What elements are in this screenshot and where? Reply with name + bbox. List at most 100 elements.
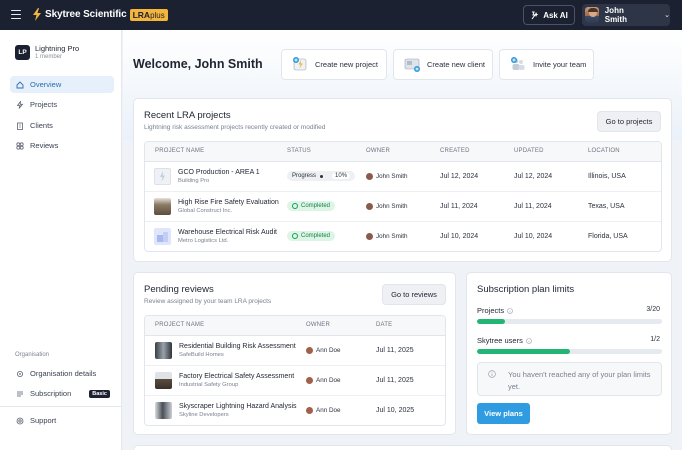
sidebar-item-overview[interactable]: Overview [10, 76, 114, 93]
subscription-title: Subscription plan limits [477, 284, 575, 295]
plan-badge: Basic [89, 389, 110, 398]
go-to-reviews-button[interactable]: Go to reviews [382, 284, 446, 305]
pending-reviews-title: Pending reviews [144, 284, 214, 295]
progress-percent: 10% [332, 173, 351, 179]
avatar [366, 232, 373, 240]
go-to-projects-button[interactable]: Go to projects [597, 111, 661, 132]
project-name: Factory Electrical Safety Assessment [179, 372, 295, 380]
table-row[interactable]: Warehouse Electrical Risk Audit Metro Log… [145, 221, 661, 251]
client-name: SafeBuild Homes [179, 351, 224, 358]
table-row[interactable]: Residential Building Risk Assessment Safe… [145, 335, 445, 366]
project-name: Skyscraper Lightning Hazard Analysis [179, 402, 297, 410]
sidebar-item-clients[interactable]: Clients [10, 117, 114, 134]
table-row[interactable]: High Rise Fire Safety Evaluation Global C… [145, 191, 661, 222]
divider [0, 406, 121, 407]
updated-date: Jul 10, 2024 [514, 232, 553, 240]
info-icon[interactable] [507, 307, 513, 314]
check-circle-icon [292, 203, 298, 209]
column-header: UPDATED [514, 142, 588, 162]
create-client-label: Create new client [427, 60, 485, 69]
created-date: Jul 10, 2024 [440, 232, 479, 240]
project-thumbnail [154, 227, 171, 245]
sidebar-item-label: Projects [30, 100, 58, 109]
info-icon[interactable] [526, 337, 532, 344]
recent-projects-table: PROJECT NAME STATUS OWNER CREATED UPDATE… [144, 141, 662, 252]
sidebar-item-reviews[interactable]: Reviews [10, 137, 114, 154]
subscription-icon [17, 391, 23, 396]
projects-label: Projects [477, 306, 505, 315]
lightning-logo-icon [33, 8, 41, 21]
bolt-icon [16, 100, 24, 109]
org-members: 1 member [35, 54, 63, 60]
created-date: Jul 11, 2024 [440, 191, 514, 222]
project-thumbnail [155, 401, 172, 419]
avatar [585, 7, 599, 23]
users-label: Skytree users [477, 336, 523, 345]
project-thumbnail [155, 341, 172, 359]
table-header-row: PROJECT NAME OWNER DATE [145, 316, 445, 336]
project-name: Residential Building Risk Assessment [179, 342, 296, 350]
invite-team-icon [511, 57, 525, 70]
sidebar-item-support[interactable]: Support [10, 412, 114, 429]
page-title: Welcome, John Smith [133, 57, 263, 71]
users-limit-label: Skytree users [477, 336, 532, 345]
created-date: Jul 12, 2024 [440, 161, 514, 192]
sidebar-item-label: Subscription [30, 389, 72, 398]
ask-ai-button[interactable]: Ask AI [523, 5, 575, 25]
sidebar-item-label: Reviews [30, 141, 59, 150]
recent-projects-title: Recent LRA projects [144, 110, 231, 121]
create-project-button[interactable]: Create new project [281, 49, 387, 80]
client-name: Skyline Developers [179, 411, 229, 418]
status-text: Progress [292, 173, 317, 179]
menu-icon[interactable] [11, 10, 21, 19]
ai-spark-icon [531, 11, 539, 19]
section-label-organisation: Organisation [15, 352, 50, 358]
project-name: Warehouse Electrical Risk Audit [178, 228, 277, 236]
table-row[interactable]: Factory Electrical Safety Assessment Indu… [145, 365, 445, 396]
brand-badge-text: LRA [132, 9, 151, 20]
client-name: Building Pro [178, 177, 210, 184]
reviews-icon [16, 141, 24, 150]
brand-badge-suffix: plus [150, 10, 165, 20]
owner-name: John Smith [376, 232, 408, 240]
users-count: 1/2 [650, 336, 660, 343]
sidebar-item-subscription[interactable]: Subscription Basic [10, 385, 114, 402]
column-header: LOCATION [588, 142, 661, 162]
review-date: Jul 11, 2025 [376, 365, 445, 396]
chevron-down-icon: ⌄ [664, 12, 670, 19]
brand-logo[interactable]: Skytree Scientific LRA plus [32, 8, 168, 21]
status-badge: Progress 10% [287, 171, 356, 181]
location: Illinois, USA [588, 161, 661, 192]
user-name: John Smith [604, 6, 627, 24]
top-bar: Skytree Scientific LRA plus Ask AI John S… [0, 0, 682, 30]
column-header: CREATED [440, 142, 514, 162]
projects-count: 3/20 [646, 306, 660, 313]
org-switcher[interactable]: LP Lightning Pro 1 member [15, 44, 79, 60]
invite-team-button[interactable]: Invite your team [499, 49, 594, 80]
project-name: High Rise Fire Safety Evaluation [178, 198, 279, 206]
recent-projects-subtitle: Lightning risk assessment projects recen… [144, 124, 326, 131]
limits-info-box: You haven't reached any of your plan lim… [477, 362, 662, 396]
table-row[interactable]: GCO Production - AREA 1 Building Pro Prog… [145, 161, 661, 192]
projects-progress-fill [477, 319, 505, 324]
column-header: STATUS [287, 142, 366, 162]
users-progress-fill [477, 349, 570, 354]
users-progress-bar [477, 349, 662, 354]
user-menu[interactable]: John Smith ⌄ [582, 4, 670, 26]
client-name: Industrial Safety Group [179, 381, 239, 388]
org-name: Lightning Pro [35, 44, 80, 53]
column-header: OWNER [366, 142, 440, 162]
projects-limit-label: Projects [477, 306, 513, 315]
sidebar-item-organisation-details[interactable]: Organisation details [10, 365, 114, 382]
create-client-button[interactable]: Create new client [393, 49, 493, 80]
settings-icon [17, 370, 23, 377]
sidebar-item-projects[interactable]: Projects [10, 96, 114, 113]
column-header: PROJECT NAME [145, 316, 306, 336]
column-header: OWNER [306, 316, 376, 336]
next-card-partial [133, 445, 672, 450]
view-plans-button[interactable]: View plans [477, 403, 530, 424]
brand-badge: LRA plus [129, 8, 168, 21]
bolt-icon [160, 170, 165, 182]
sidebar-item-label: Clients [30, 121, 53, 130]
table-row[interactable]: Skyscraper Lightning Hazard Analysis Skyl… [145, 395, 445, 425]
